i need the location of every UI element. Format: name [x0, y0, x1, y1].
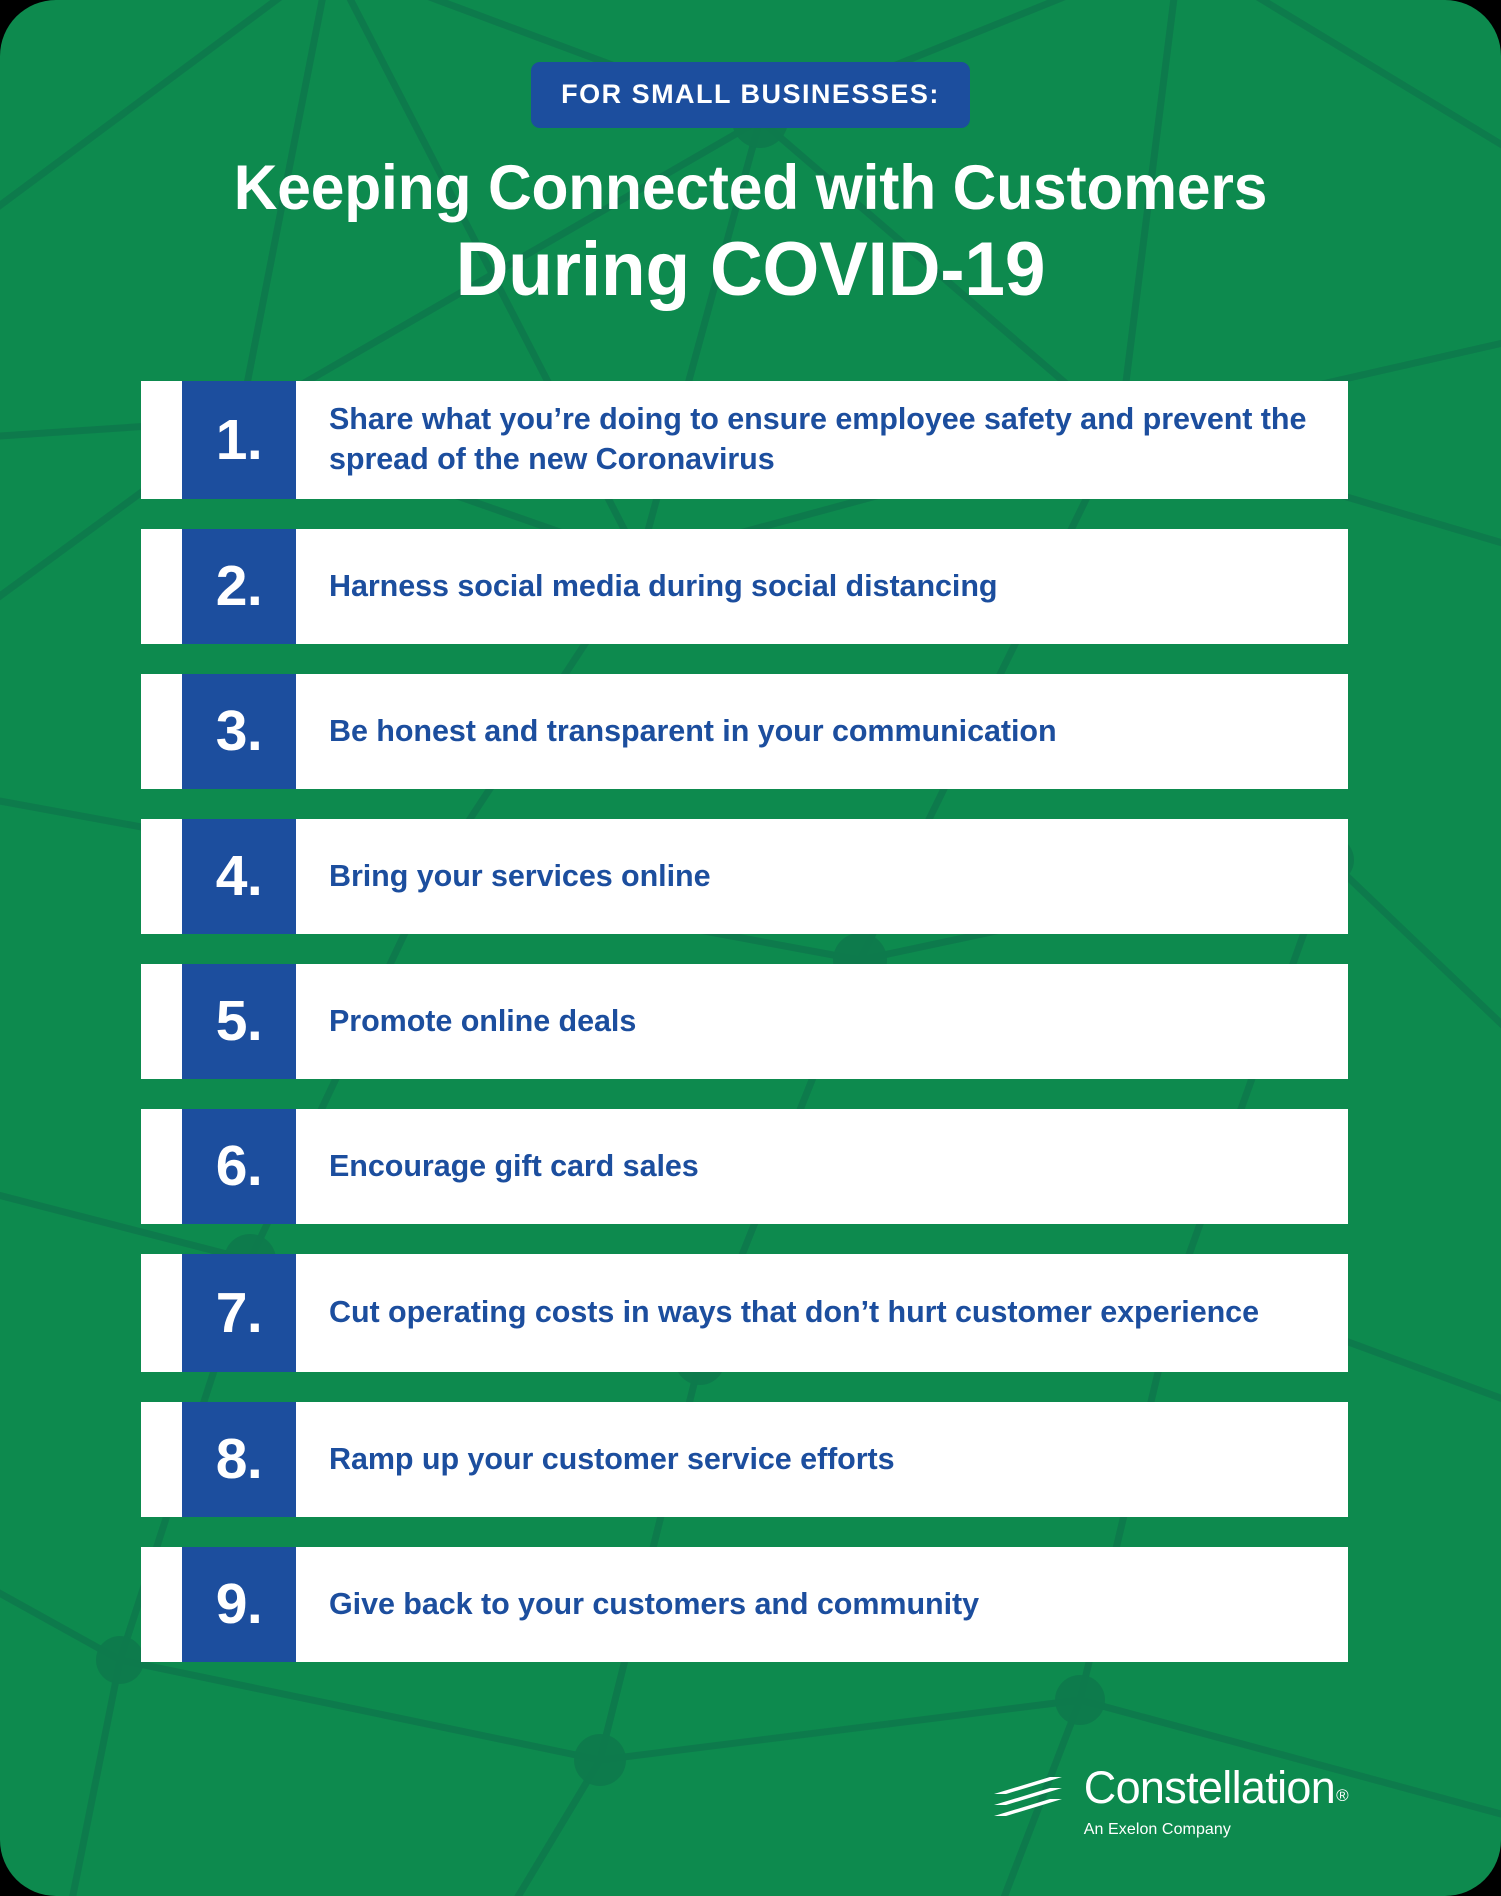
list-item: 3. Be honest and transparent in your com…	[141, 674, 1348, 789]
list-item-text: Promote online deals	[329, 1003, 637, 1038]
logo-wordmark-text: Constellation	[1083, 1762, 1336, 1813]
registered-trademark-icon: ®	[1336, 1786, 1349, 1805]
logo-text-block: Constellation® An Exelon Company	[1083, 1762, 1349, 1838]
list-item: 5. Promote online deals	[141, 964, 1348, 1079]
infographic-poster: FOR SMALL BUSINESSES: Keeping Connected …	[0, 0, 1501, 1896]
logo-tagline: An Exelon Company	[1083, 1821, 1231, 1838]
row-left-spacer	[141, 1547, 182, 1662]
list-item: 2. Harness social media during social di…	[141, 529, 1348, 644]
list-item-text: Be honest and transparent in your commun…	[329, 713, 1057, 748]
brand-logo: Constellation® An Exelon Company	[990, 1762, 1349, 1838]
row-left-spacer	[141, 381, 182, 499]
list-item-text: Encourage gift card sales	[329, 1148, 699, 1183]
list-item: 8. Ramp up your customer service efforts	[141, 1402, 1348, 1517]
list-item-number: 2.	[182, 529, 296, 644]
logo-wordmark: Constellation®	[1083, 1762, 1349, 1813]
list-item-number: 3.	[182, 674, 296, 789]
list-item-number: 4.	[182, 819, 296, 934]
list-item: 7. Cut operating costs in ways that don’…	[141, 1254, 1348, 1372]
list-item-text: Ramp up your customer service efforts	[329, 1441, 895, 1476]
row-left-spacer	[141, 529, 182, 644]
row-left-spacer	[141, 1109, 182, 1224]
row-left-spacer	[141, 1402, 182, 1517]
list-item-number: 9.	[182, 1547, 296, 1662]
list-item: 9. Give back to your customers and commu…	[141, 1547, 1348, 1662]
row-left-spacer	[141, 674, 182, 789]
row-left-spacer	[141, 964, 182, 1079]
list-item-number: 5.	[182, 964, 296, 1079]
constellation-waves-icon	[993, 1777, 1062, 1816]
list-item: 4. Bring your services online	[141, 819, 1348, 934]
list-item-text: Harness social media during social dista…	[329, 568, 998, 603]
page-title: Keeping Connected with Customers During …	[0, 153, 1501, 311]
list-item-text: Cut operating costs in ways that don’t h…	[329, 1295, 1259, 1330]
list-item-number: 7.	[182, 1254, 296, 1372]
list-item-text: Bring your services online	[329, 858, 711, 893]
list-item-text: Share what you’re doing to ensure employ…	[329, 402, 1307, 476]
row-left-spacer	[141, 1254, 182, 1372]
row-left-spacer	[141, 819, 182, 934]
header: FOR SMALL BUSINESSES: Keeping Connected …	[0, 0, 1501, 311]
list-item-number: 1.	[182, 381, 296, 499]
page-title-line-1: Keeping Connected with Customers	[233, 153, 1268, 223]
eyebrow-badge: FOR SMALL BUSINESSES:	[531, 62, 970, 128]
list-item: 1. Share what you’re doing to ensure emp…	[141, 381, 1348, 499]
list-item: 6. Encourage gift card sales	[141, 1109, 1348, 1224]
tips-list: 1. Share what you’re doing to ensure emp…	[141, 381, 1348, 1692]
list-item-text: Give back to your customers and communit…	[329, 1586, 980, 1621]
list-item-number: 8.	[182, 1402, 296, 1517]
list-item-number: 6.	[182, 1109, 296, 1224]
page-title-line-2: During COVID-19	[455, 226, 1046, 312]
